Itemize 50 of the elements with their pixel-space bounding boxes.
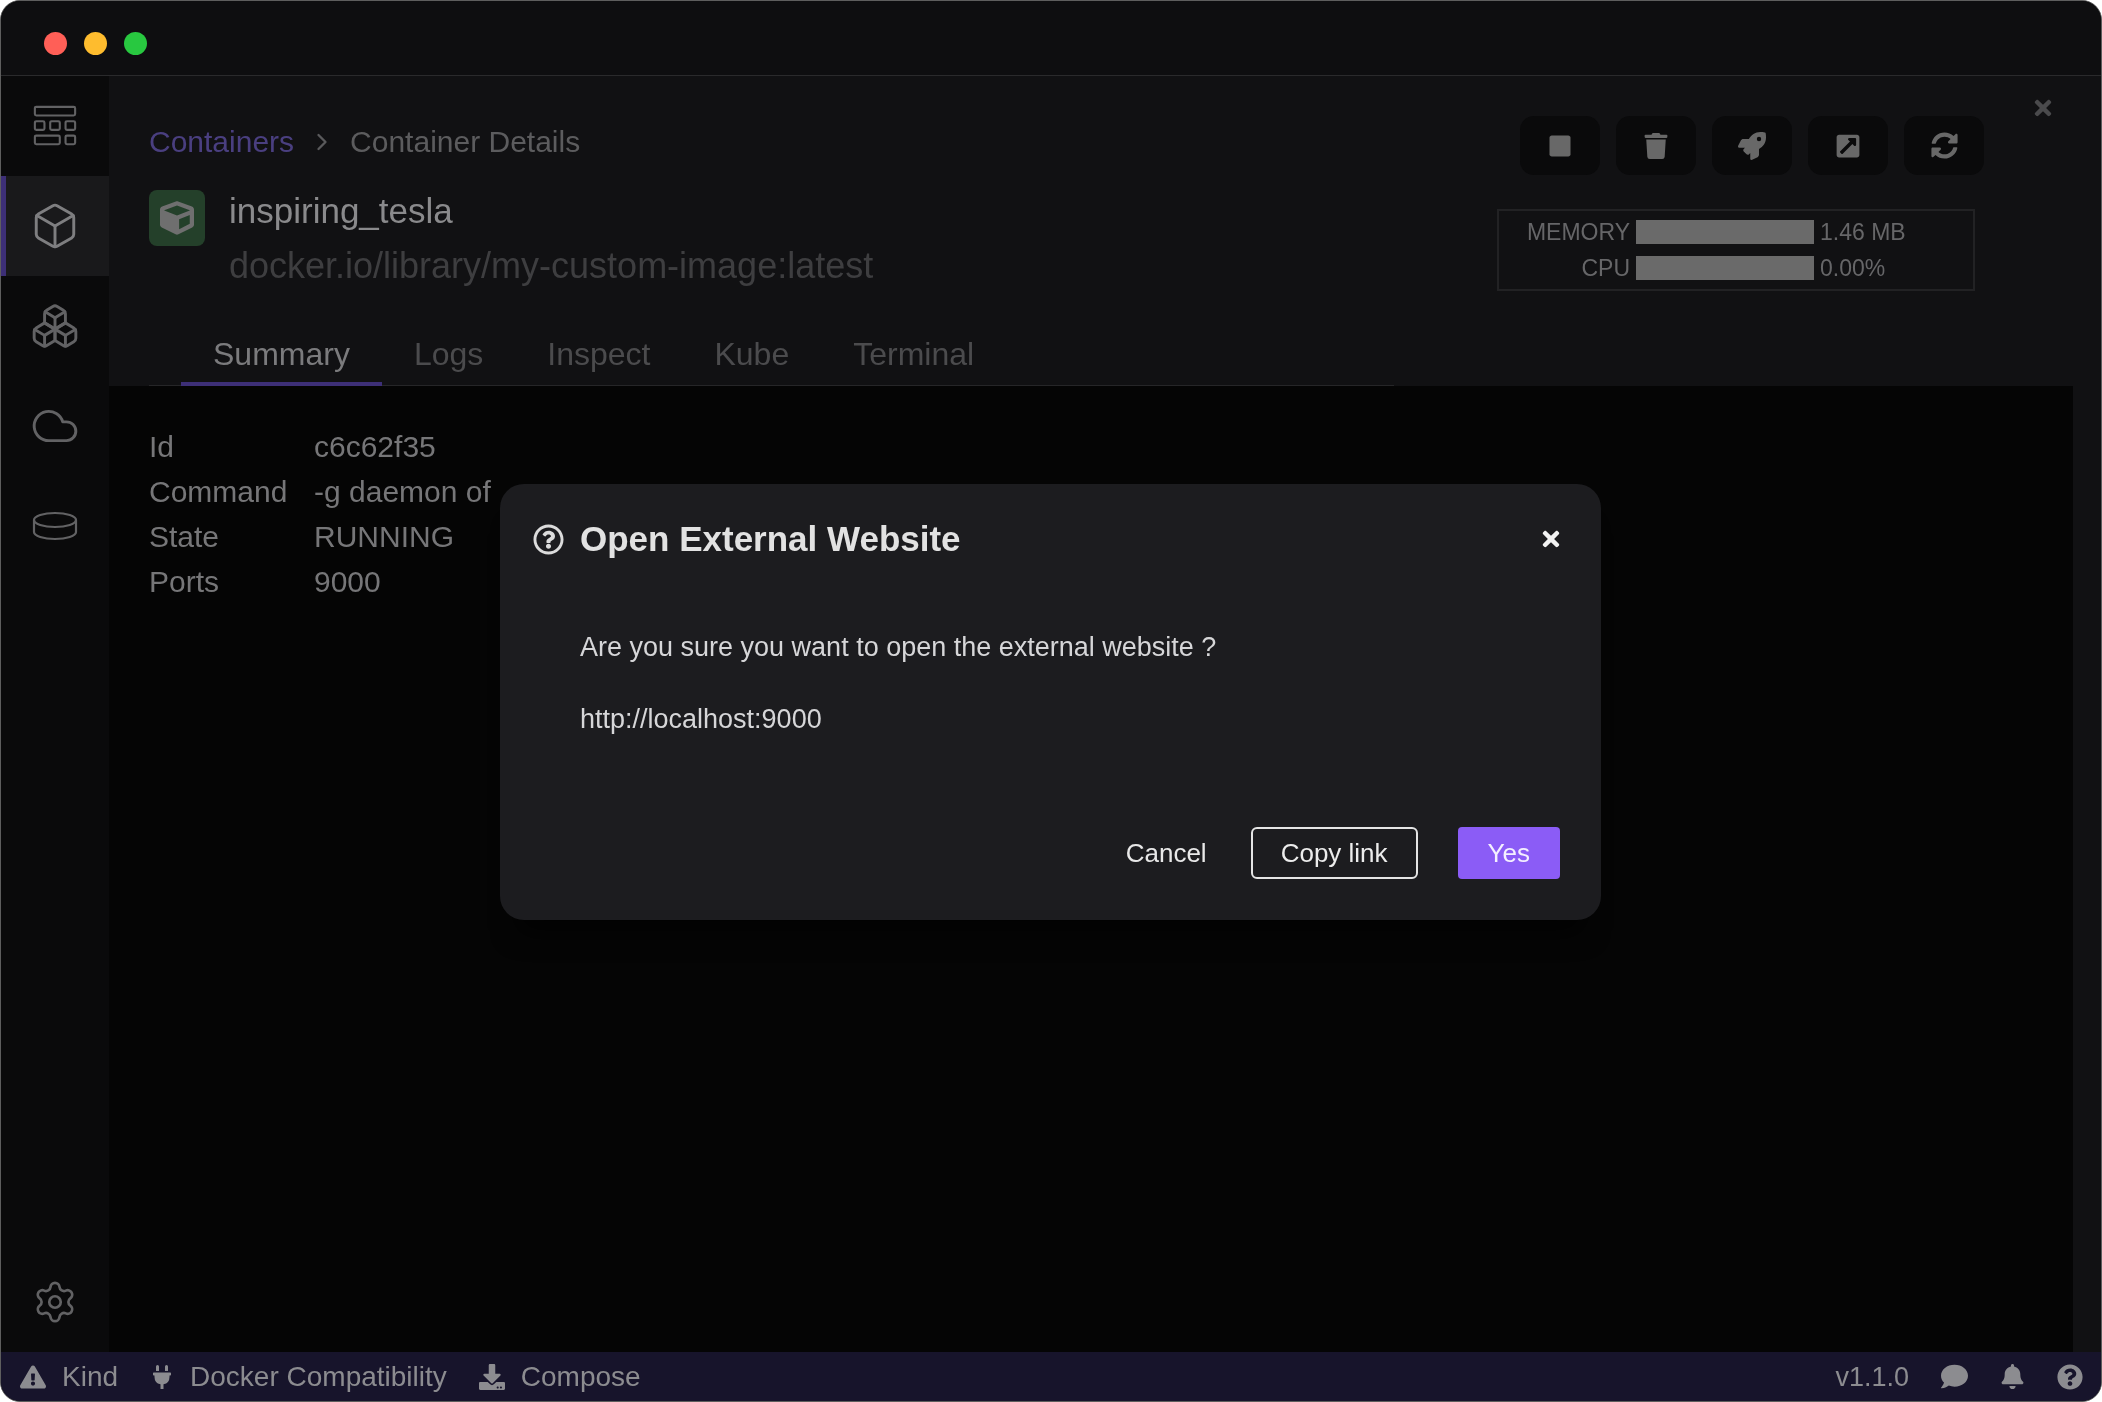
- dialog-title: Open External Website: [580, 518, 961, 560]
- external-link-icon: [1835, 132, 1861, 159]
- chat-button[interactable]: [1941, 1363, 1968, 1390]
- detail-value: -g daemon of: [314, 474, 491, 510]
- cubes-icon: [30, 301, 80, 351]
- status-item[interactable]: Compose: [478, 1359, 641, 1394]
- delete-button[interactable]: [1616, 116, 1696, 175]
- cylinder-icon: [31, 511, 79, 541]
- cube-icon: [149, 190, 205, 246]
- detail-label: Command: [149, 474, 289, 510]
- refresh-icon: [1930, 132, 1958, 159]
- dialog-message: Are you sure you want to open the external website ?: [579, 631, 1218, 663]
- detail-label: State: [149, 519, 221, 555]
- detail-value: RUNNING: [314, 519, 455, 555]
- stat-label: MEMORY: [1525, 220, 1630, 244]
- breadcrumb-current: Container Details: [350, 124, 581, 160]
- window-close-button[interactable]: [44, 31, 67, 55]
- detail-value: 9000: [314, 564, 382, 600]
- rocket-icon: [1738, 131, 1766, 160]
- trash-icon: [1643, 132, 1669, 159]
- stat-reading: 1.46 MB: [1820, 220, 1907, 244]
- container-name: inspiring_tesla: [229, 190, 454, 232]
- stat-label: CPU: [1580, 256, 1630, 280]
- rocket-button[interactable]: [1712, 116, 1792, 175]
- notifications-button[interactable]: [2000, 1364, 2025, 1389]
- window-zoom-button[interactable]: [124, 31, 147, 55]
- refresh-button[interactable]: [1904, 116, 1984, 175]
- warning-icon: [20, 1363, 46, 1390]
- status-item[interactable]: Kind: [20, 1359, 119, 1394]
- detail-value: c6c62f35: [314, 429, 437, 465]
- window-minimize-button[interactable]: [84, 31, 107, 55]
- stop-icon: [1548, 133, 1572, 158]
- cancel-button[interactable]: Cancel: [1121, 827, 1211, 879]
- status-item[interactable]: Docker Compatibility: [150, 1359, 447, 1394]
- stat-reading: 0.00%: [1820, 256, 1887, 280]
- help-icon: [533, 523, 564, 555]
- chat-icon: [1941, 1363, 1968, 1390]
- help-icon: [2057, 1363, 2083, 1390]
- url-text: http://localhost:9000: [579, 703, 823, 735]
- sidebar-item[interactable]: [1, 176, 109, 276]
- bell-icon: [2000, 1364, 2025, 1389]
- confirm-button[interactable]: Yes: [1457, 827, 1560, 879]
- version-label: v1.1.0: [1835, 1360, 1909, 1394]
- detail-label: Ports: [149, 564, 221, 600]
- help-button[interactable]: [2057, 1363, 2083, 1390]
- external-link-button[interactable]: [1808, 116, 1888, 175]
- copy-button[interactable]: Copy link: [1250, 827, 1418, 879]
- download-icon: [478, 1363, 505, 1390]
- detail-label: Id: [149, 429, 176, 465]
- stop-button[interactable]: [1520, 116, 1600, 175]
